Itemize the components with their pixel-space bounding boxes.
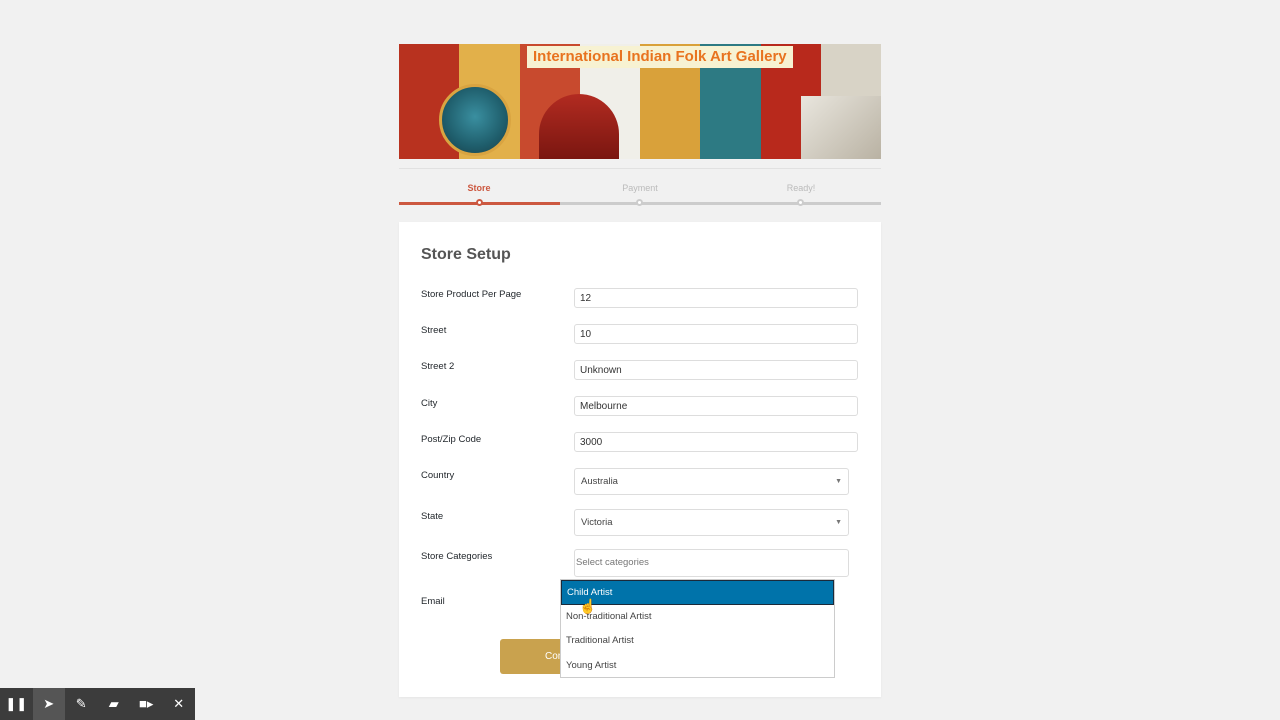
categories-label: Store Categories — [421, 551, 493, 562]
per-page-label: Store Product Per Page — [421, 289, 522, 300]
categories-dropdown: Child Artist Non-traditional Artist Trad… — [560, 579, 835, 678]
city-input[interactable] — [574, 396, 858, 416]
categories-multiselect[interactable]: Select categories — [574, 549, 849, 577]
state-value: Victoria — [581, 517, 613, 528]
step-store-dot — [476, 199, 483, 206]
chevron-down-icon: ▼ — [835, 519, 842, 526]
category-option-non-traditional-artist[interactable]: Non-traditional Artist — [561, 605, 834, 630]
street2-input[interactable] — [574, 360, 858, 380]
chevron-down-icon: ▼ — [835, 478, 842, 485]
recorder-toolbar: ❚❚ ➤ ✎ ▰ ■▸ ✕ — [0, 688, 195, 720]
street2-label: Street 2 — [421, 361, 455, 372]
banner-title: International Indian Folk Art Gallery — [527, 46, 793, 68]
state-label: State — [421, 511, 444, 522]
close-icon[interactable]: ✕ — [163, 688, 196, 720]
step-store: Store — [467, 183, 491, 193]
state-select[interactable]: Victoria ▼ — [574, 509, 849, 536]
step-ready: Ready! — [786, 183, 816, 193]
page-title: Store Setup — [421, 246, 511, 263]
camera-icon[interactable]: ■▸ — [130, 688, 163, 720]
hand-cursor-icon: ☝ — [579, 598, 597, 614]
highlighter-icon[interactable]: ▰ — [98, 688, 131, 720]
country-select[interactable]: Australia ▼ — [574, 468, 849, 495]
category-option-child-artist[interactable]: Child Artist — [561, 580, 834, 605]
per-page-input[interactable] — [574, 288, 858, 308]
email-label: Email — [421, 596, 445, 607]
pointer-icon[interactable]: ➤ — [32, 688, 65, 720]
zip-label: Post/Zip Code — [421, 434, 482, 445]
country-label: Country — [421, 470, 455, 481]
sketch-image — [801, 96, 881, 159]
categories-placeholder: Select categories — [576, 557, 649, 568]
pause-icon[interactable]: ❚❚ — [0, 688, 33, 720]
step-ready-dot — [797, 199, 804, 206]
city-label: City — [421, 398, 438, 409]
category-option-young-artist[interactable]: Young Artist — [561, 654, 834, 679]
pen-icon[interactable]: ✎ — [65, 688, 98, 720]
street-label: Street — [421, 325, 447, 336]
step-payment-dot — [636, 199, 643, 206]
street-input[interactable] — [574, 324, 858, 344]
category-option-traditional-artist[interactable]: Traditional Artist — [561, 629, 834, 654]
zip-input[interactable] — [574, 432, 858, 452]
step-payment: Payment — [622, 183, 658, 193]
country-value: Australia — [581, 476, 618, 487]
deity-face-image — [439, 84, 511, 156]
steps-divider — [399, 168, 881, 169]
gallery-banner: International Indian Folk Art Gallery — [399, 44, 881, 159]
